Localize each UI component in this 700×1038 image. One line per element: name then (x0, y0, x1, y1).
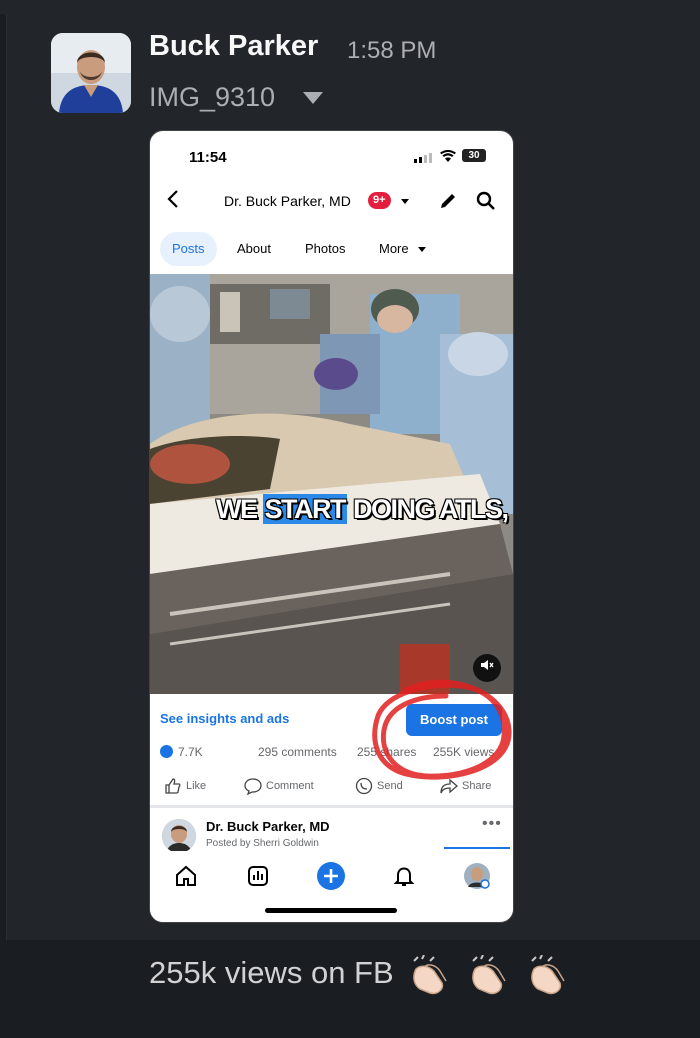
clapping-hands-icon (413, 955, 447, 995)
video-player[interactable]: WE START DOING ATLS, (150, 274, 513, 694)
dashboard-icon[interactable] (246, 864, 270, 888)
attachment-filename[interactable]: IMG_9310 (149, 82, 275, 113)
post-author-avatar[interactable] (162, 819, 196, 853)
video-caption: WE START DOING ATLS, (216, 494, 509, 524)
insights-link[interactable]: See insights and ads (160, 711, 289, 726)
comment-icon (244, 778, 262, 796)
video-frame (150, 274, 513, 694)
like-button[interactable]: Like (164, 771, 206, 801)
thumbs-up-icon (165, 778, 181, 794)
tab-posts[interactable]: Posts (160, 232, 217, 266)
active-tab-indicator (444, 847, 510, 849)
like-reaction-icon (160, 745, 173, 758)
message-timestamp[interactable]: 1:58 PM (347, 37, 436, 65)
author-name[interactable]: Buck Parker (149, 30, 318, 63)
wifi-icon (440, 150, 456, 162)
tab-photos[interactable]: Photos (305, 232, 345, 266)
more-options-icon[interactable]: ••• (482, 815, 502, 833)
section-divider (150, 805, 513, 808)
status-bar-time: 11:54 (189, 149, 227, 166)
pencil-icon[interactable] (438, 191, 458, 211)
clapping-hands-icon (530, 955, 565, 995)
bell-icon[interactable] (392, 864, 416, 888)
tab-more[interactable]: More (379, 232, 409, 266)
create-plus-icon[interactable] (317, 862, 345, 890)
comment-button[interactable]: Comment (244, 771, 314, 801)
back-arrow-icon[interactable] (166, 189, 180, 215)
post-subtitle: Posted by Sherri Goldwin (206, 838, 319, 849)
tab-about[interactable]: About (237, 232, 271, 266)
attached-screenshot[interactable]: 11:54 30 Dr. Buck Parker, MD 9+ Posts Ab… (149, 130, 514, 923)
clapping-hands-icon (472, 955, 506, 995)
page-title[interactable]: Dr. Buck Parker, MD (224, 193, 351, 209)
chevron-down-icon[interactable] (401, 199, 409, 204)
home-indicator (265, 908, 397, 913)
battery-icon: 30 (462, 149, 486, 162)
author-avatar[interactable] (51, 33, 131, 113)
post-author-name[interactable]: Dr. Buck Parker, MD (206, 819, 330, 834)
notification-badge: 9+ (368, 192, 391, 209)
home-icon[interactable] (174, 864, 198, 888)
chevron-down-icon[interactable] (418, 247, 426, 252)
search-icon[interactable] (476, 191, 496, 211)
annotation-circle (372, 679, 512, 780)
profile-avatar-icon[interactable] (463, 862, 491, 890)
message-text: 255k views on FB (149, 955, 570, 995)
top-bar (0, 0, 700, 14)
thread-divider (6, 14, 7, 940)
chevron-down-icon[interactable] (303, 92, 323, 104)
comment-count[interactable]: 295 comments (258, 745, 337, 759)
like-count[interactable]: 7.7K (178, 745, 203, 759)
